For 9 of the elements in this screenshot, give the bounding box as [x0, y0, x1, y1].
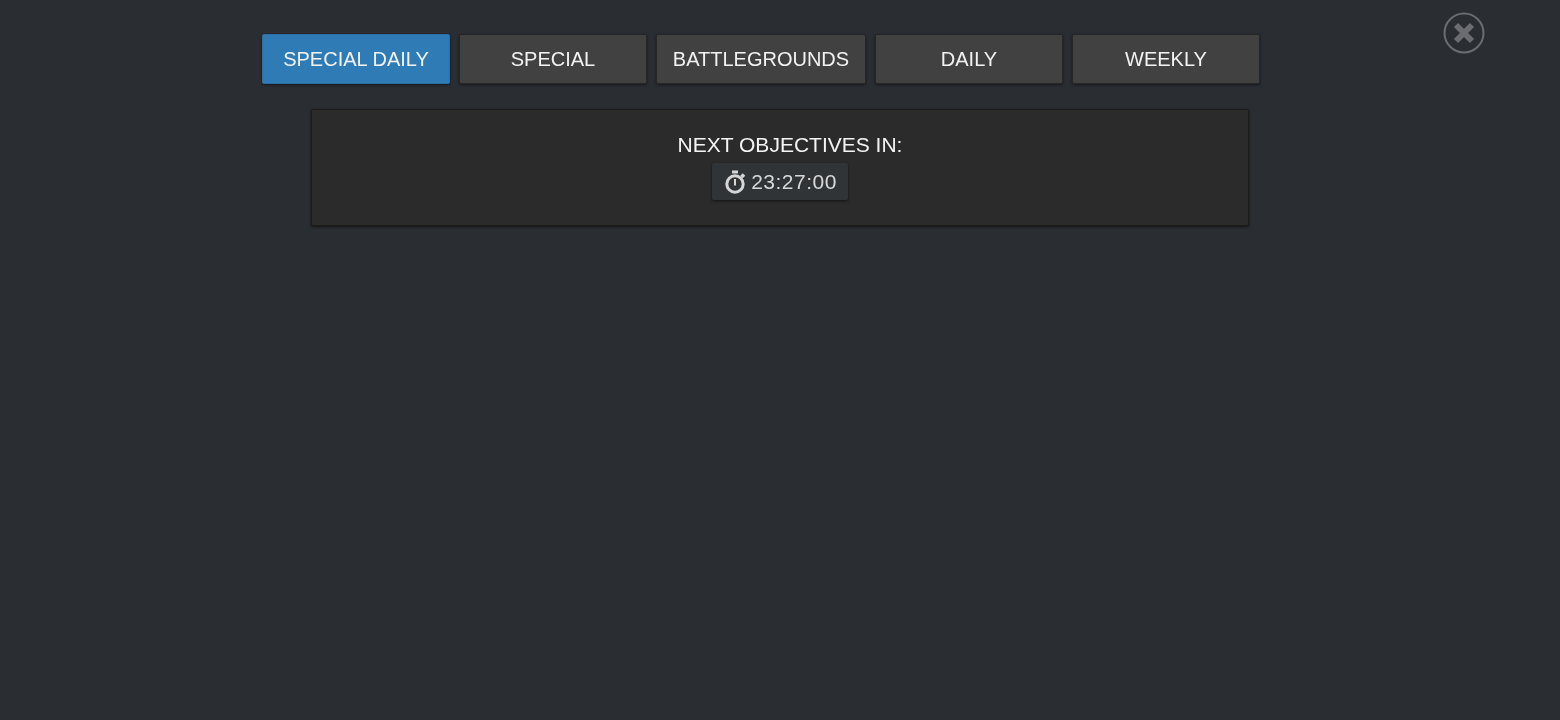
- stopwatch-icon: [724, 169, 747, 194]
- tab[interactable]: BATTLEGROUNDS: [656, 34, 866, 84]
- tab[interactable]: SPECIAL: [459, 34, 647, 84]
- tab[interactable]: SPECIAL DAILY: [262, 34, 450, 84]
- tab[interactable]: WEEKLY: [1072, 34, 1260, 84]
- close-icon[interactable]: [1443, 12, 1485, 54]
- tab[interactable]: DAILY: [875, 34, 1063, 84]
- countdown-time: 23:27:00: [751, 169, 837, 194]
- panel-heading: NEXT OBJECTIVES IN:: [676, 133, 903, 157]
